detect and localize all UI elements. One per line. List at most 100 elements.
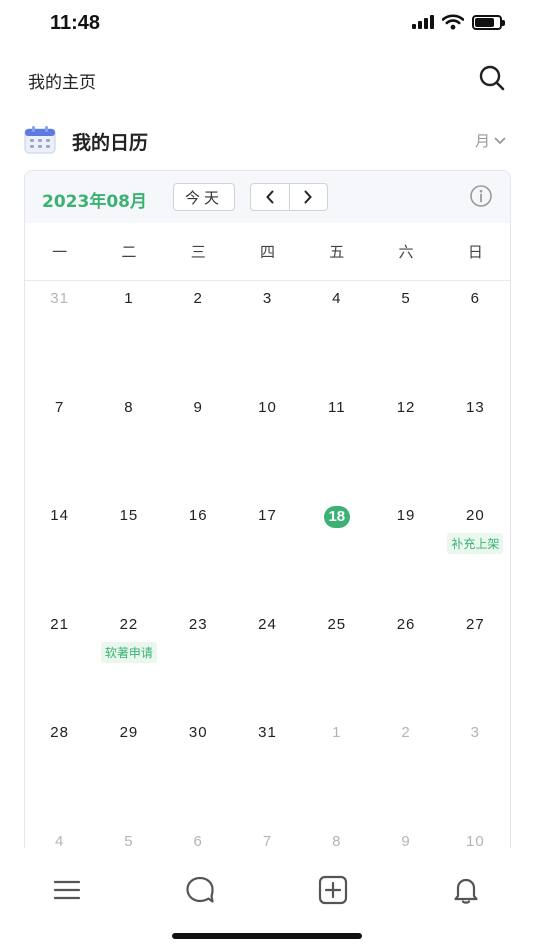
view-mode-dropdown[interactable]: 月	[475, 130, 506, 151]
calendar-day[interactable]: 2	[371, 716, 440, 825]
day-number: 10	[466, 832, 485, 850]
day-number: 19	[396, 507, 416, 524]
calendar-toolbar: 2023年08月 今天	[25, 171, 510, 223]
calendar-day[interactable]: 16	[164, 499, 233, 608]
day-number: 29	[119, 724, 139, 741]
weekday-label: 日	[467, 243, 483, 261]
calendar-week-row: 7 8 9 10 11 12 13	[25, 391, 510, 500]
day-number: 3	[262, 290, 273, 307]
weekday-label: 六	[398, 243, 414, 261]
day-number: 5	[401, 290, 411, 307]
weekday-label: 一	[52, 243, 68, 261]
cellular-signal-icon	[412, 15, 434, 29]
month-label: 2023年08月	[42, 192, 147, 212]
day-number: 11	[327, 398, 346, 416]
calendar-day[interactable]: 27	[441, 608, 510, 717]
info-icon[interactable]	[469, 184, 493, 208]
day-number: 30	[188, 724, 208, 741]
today-button[interactable]: 今天	[173, 183, 235, 211]
calendar-day[interactable]: 3	[441, 716, 510, 825]
calendar-day[interactable]: 30	[164, 716, 233, 825]
calendar-day[interactable]: 25	[302, 608, 371, 717]
calendar-day[interactable]: 28	[25, 716, 94, 825]
calendar-day[interactable]: 31	[25, 282, 94, 391]
calendar-day[interactable]: 1	[94, 282, 163, 391]
search-icon[interactable]	[478, 64, 506, 92]
calendar-day[interactable]: 8	[94, 391, 163, 500]
calendar-day[interactable]: 7	[25, 391, 94, 500]
battery-icon	[472, 14, 505, 30]
weekday-label: 二	[121, 243, 137, 261]
calendar-day[interactable]: 12	[371, 391, 440, 500]
day-number: 1	[332, 724, 342, 741]
calendar-day[interactable]: 2	[164, 282, 233, 391]
day-number: 9	[401, 832, 411, 850]
day-number: 12	[396, 398, 416, 416]
day-number: 6	[193, 832, 203, 850]
calendar-day[interactable]: 21	[25, 608, 94, 717]
calendar-week-row: 14 15 16 17 18 19 20 补充上架	[25, 499, 510, 608]
calendar-week-row: 31 1 2 3 4 5 6	[25, 282, 510, 391]
calendar-day-today[interactable]: 18	[302, 499, 371, 608]
calendar-day[interactable]: 19	[371, 499, 440, 608]
day-number: 5	[124, 832, 134, 850]
day-number: 25	[327, 615, 347, 633]
menu-icon[interactable]	[51, 874, 83, 906]
calendar-day[interactable]: 23	[164, 608, 233, 717]
calendar-day[interactable]: 11	[302, 391, 371, 500]
day-number: 10	[258, 398, 277, 416]
section-title: 我的日历	[72, 132, 149, 154]
next-month-button[interactable]	[288, 184, 328, 210]
day-number: 6	[470, 290, 481, 307]
calendar-day[interactable]: 1	[302, 716, 371, 825]
day-number: 4	[54, 832, 65, 850]
add-icon[interactable]	[317, 874, 349, 906]
calendar-day[interactable]: 15	[94, 499, 163, 608]
day-number: 31	[50, 290, 69, 307]
day-number: 27	[466, 615, 485, 633]
calendar-day[interactable]: 5	[371, 282, 440, 391]
calendar-day[interactable]: 31	[233, 716, 302, 825]
day-number: 8	[124, 398, 134, 416]
day-number: 2	[401, 724, 411, 741]
bottom-tab-bar	[0, 848, 534, 950]
prev-month-button[interactable]	[251, 184, 289, 210]
day-number: 31	[258, 724, 277, 741]
day-number: 28	[50, 724, 69, 741]
event-tag[interactable]: 软著申请	[100, 641, 157, 663]
day-number: 8	[332, 832, 342, 850]
calendar-day[interactable]: 14	[25, 499, 94, 608]
calendar-day[interactable]: 29	[94, 716, 163, 825]
calendar-day[interactable]: 3	[233, 282, 302, 391]
calendar-day[interactable]: 10	[233, 391, 302, 500]
calendar-day[interactable]: 6	[441, 282, 510, 391]
calendar-day[interactable]: 17	[233, 499, 302, 608]
day-number: 22	[119, 615, 139, 633]
calendar-grid: 31 1 2 3 4 5 6 7 8 9 10 11 12 13 14 15 16 17 18 19 20 补充上架 21 2…	[25, 282, 510, 870]
calendar-day[interactable]: 24	[233, 608, 302, 717]
bell-icon[interactable]	[450, 874, 482, 906]
day-number: 4	[332, 290, 342, 307]
weekday-header: 一 二 三 四 五 六 日	[25, 223, 510, 281]
chevron-down-icon	[494, 137, 506, 144]
weekday-label: 四	[259, 243, 275, 261]
day-number: 9	[193, 398, 203, 416]
calendar-day[interactable]: 22 软著申请	[94, 608, 163, 717]
event-tag[interactable]: 补充上架	[447, 533, 504, 554]
calendar-day[interactable]: 4	[302, 282, 371, 391]
status-time: 11:48	[50, 12, 101, 34]
day-number: 20	[466, 507, 485, 524]
day-number: 15	[119, 507, 139, 524]
month-calendar: 2023年08月 今天 一 二 三 四 五 六 日 31 1 2 3 4 5 6…	[24, 170, 511, 870]
calendar-day[interactable]: 9	[164, 391, 233, 500]
calendar-day[interactable]: 13	[441, 391, 510, 500]
day-number: 7	[262, 832, 273, 850]
calendar-day[interactable]: 20 补充上架	[441, 499, 510, 608]
calendar-day[interactable]: 26	[371, 608, 440, 717]
chevron-left-icon	[265, 190, 274, 204]
day-number: 13	[466, 398, 485, 416]
chat-icon[interactable]	[184, 874, 216, 906]
status-icons	[412, 14, 505, 30]
weekday-label: 三	[190, 243, 206, 261]
wifi-icon	[442, 14, 464, 30]
